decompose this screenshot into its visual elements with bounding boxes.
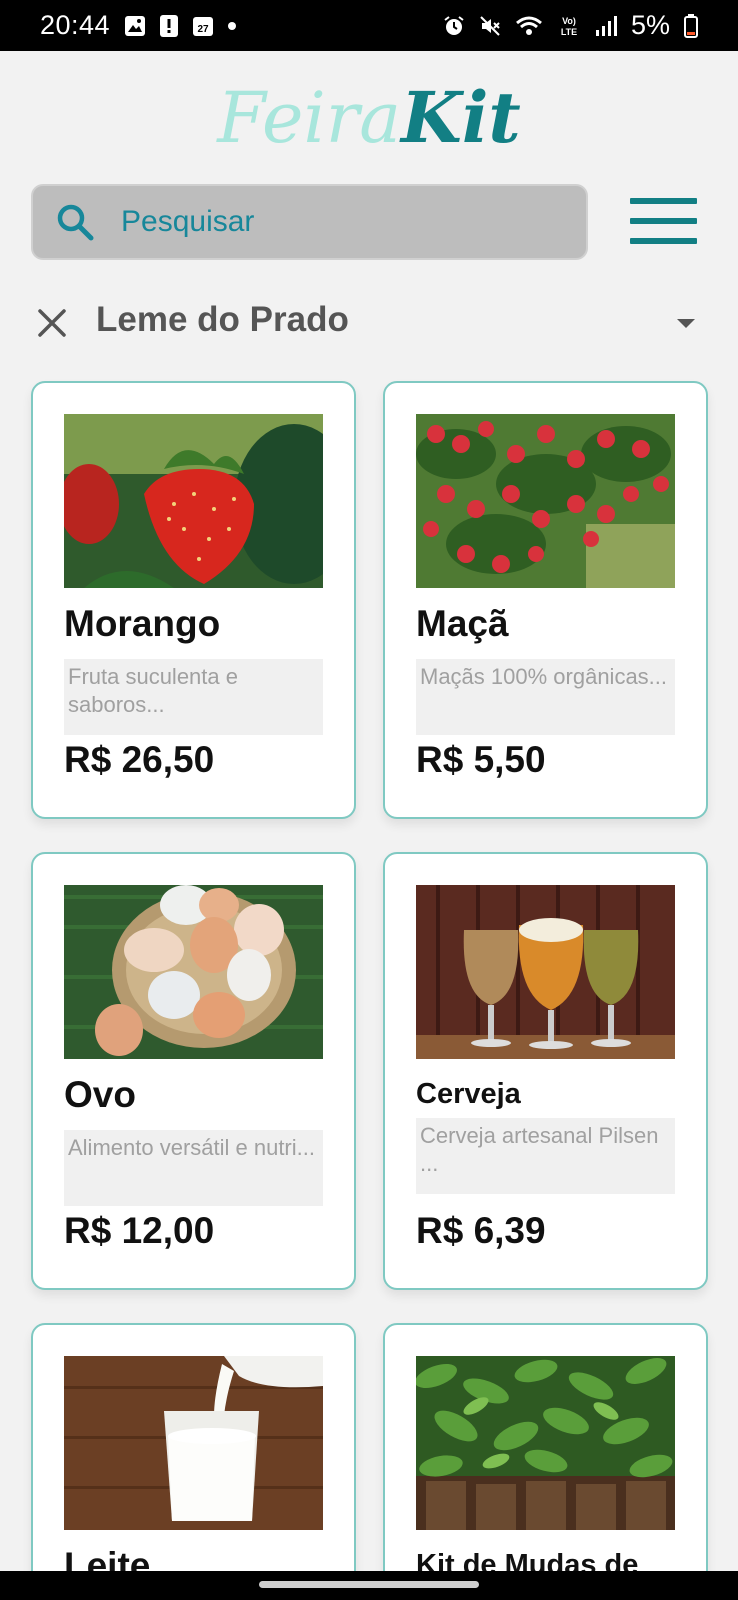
status-bar-left: 20:44 27 [40,10,237,41]
logo-part-feira: Feira [217,77,401,159]
wifi-icon [515,15,543,37]
product-image-strawberry [64,414,323,588]
product-card-maca[interactable]: Maçã Maçãs 100% orgânicas... R$ 5,50 [383,381,708,819]
volte-icon: Vo) LTE [557,14,581,38]
alarm-icon [443,15,465,37]
svg-text:LTE: LTE [561,27,577,37]
menu-button[interactable] [630,198,697,245]
system-navigation-bar [0,1571,738,1600]
battery-percent: 5% [630,10,670,40]
search-input[interactable]: Pesquisar [31,184,588,260]
product-card-morango[interactable]: Morango Fruta suculenta e saboros... R$ … [31,381,356,819]
product-card-cerveja[interactable]: Cerveja Cerveja artesanal Pilsen ... R$ … [383,852,708,1290]
menu-icon-bar-middle [630,218,697,224]
gallery-icon [124,15,146,37]
mute-icon [479,15,501,37]
product-description: Maçãs 100% orgânicas... [416,659,675,735]
location-select[interactable]: Leme do Prado [96,300,349,340]
app-logo: FeiraKit [0,76,738,159]
status-bar: 20:44 27 Vo) LTE 5% [0,0,738,51]
menu-icon-bar-top [630,198,697,204]
search-placeholder: Pesquisar [121,205,255,238]
product-price: R$ 12,00 [64,1210,215,1251]
product-image-apple-tree [416,414,675,588]
battery-icon [684,13,698,38]
product-name: Maçã [416,603,509,644]
notification-dot-icon [228,21,237,30]
signal-icon [595,15,617,36]
alert-icon [160,14,179,37]
product-card-kit-mudas[interactable]: Kit de Mudas de [383,1323,708,1593]
svg-text:Vo): Vo) [562,16,576,26]
product-card-leite[interactable]: Leite [31,1323,356,1593]
menu-icon-bar-bottom [630,238,697,244]
home-gesture-handle[interactable] [259,1581,479,1588]
product-card-ovo[interactable]: Ovo Alimento versátil e nutri... R$ 12,0… [31,852,356,1290]
product-name: Cerveja [416,1078,521,1110]
status-time: 20:44 [40,10,111,40]
product-price: R$ 6,39 [416,1210,546,1251]
product-image-seedlings [416,1356,675,1530]
chevron-down-icon[interactable] [677,319,695,328]
calendar-day: 27 [198,24,210,35]
product-image-milk-glass [64,1356,323,1530]
product-image-beer-glasses [416,885,675,1059]
product-price: R$ 5,50 [416,739,546,780]
product-price: R$ 26,50 [64,739,215,780]
status-bar-right: Vo) LTE 5% [443,10,698,41]
product-name: Morango [64,603,221,644]
product-name: Ovo [64,1074,136,1115]
clear-location-close-icon[interactable] [36,307,68,339]
logo-part-kit: Kit [400,76,521,159]
product-description: Fruta suculenta e saboros... [64,659,323,735]
product-description: Alimento versátil e nutri... [64,1130,323,1206]
calendar-icon: 27 [192,15,214,37]
search-icon [57,204,94,241]
product-description: Cerveja artesanal Pilsen ... [416,1118,675,1194]
product-image-eggs-basket [64,885,323,1059]
